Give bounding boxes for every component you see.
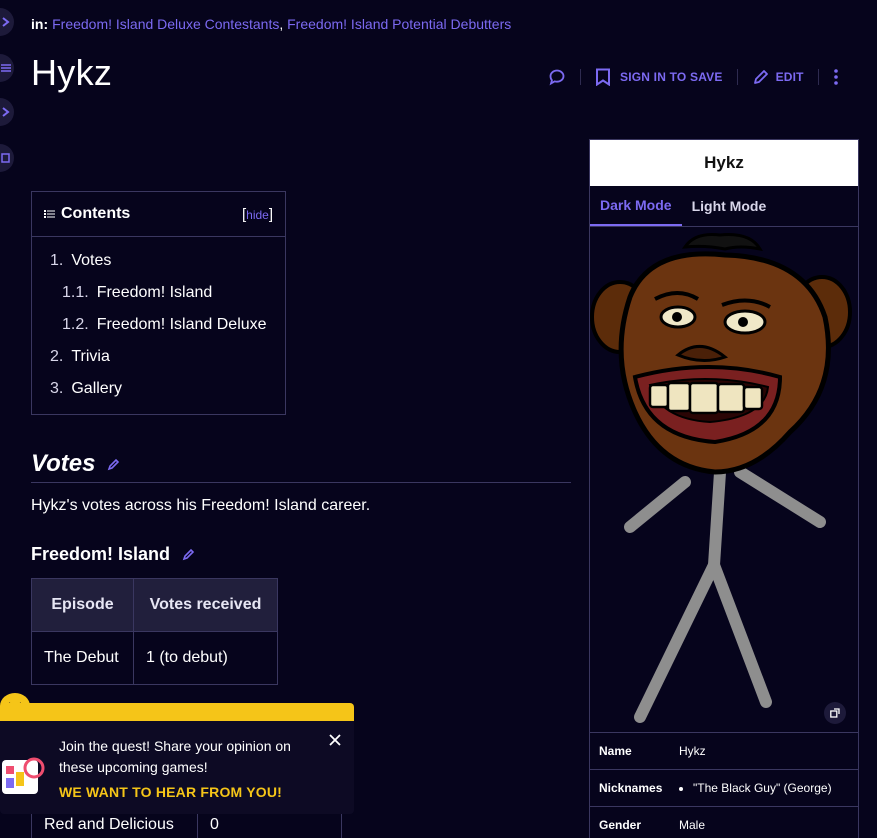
- section-lead: Hykz's votes across his Freedom! Island …: [31, 497, 371, 514]
- tab-dark-mode[interactable]: Dark Mode: [590, 186, 682, 226]
- page-actions: SIGN IN TO SAVE EDIT: [548, 66, 839, 88]
- edit-label: EDIT: [775, 70, 804, 84]
- more-options-button[interactable]: [833, 68, 839, 86]
- category-link[interactable]: Freedom! Island Potential Debutters: [287, 16, 511, 32]
- toc-list: 1. Votes 1.1. Freedom! Island 1.2. Freedom!…: [32, 237, 285, 405]
- rail-toc-button[interactable]: [0, 54, 14, 82]
- category-bar: in: Freedom! Island Deluxe Contestants, F…: [31, 16, 512, 32]
- category-link[interactable]: Freedom! Island Deluxe Contestants: [52, 16, 279, 32]
- page-title: Hykz: [31, 52, 113, 93]
- edit-section-icon[interactable]: [107, 458, 120, 471]
- table-row: The Debut 1 (to debut): [31, 631, 278, 685]
- chevron-right-icon: [2, 107, 10, 117]
- subsection-heading-freedom-island: Freedom! Island: [31, 544, 195, 565]
- toast-cta-link[interactable]: WE WANT TO HEAR FROM YOU!: [59, 784, 282, 800]
- toc-hide-toggle: [hide]: [241, 205, 273, 223]
- votes-table: Episode Votes received The Debut 1 (to d…: [31, 578, 278, 685]
- close-icon[interactable]: [328, 733, 342, 747]
- sign-in-to-save-button[interactable]: SIGN IN TO SAVE: [595, 68, 723, 86]
- quest-icon: [2, 757, 45, 794]
- comment-button[interactable]: [548, 68, 566, 86]
- table-of-contents: Contents [hide] 1. Votes 1.1. Freedom! Isl…: [31, 191, 286, 415]
- nickname-item: "The Black Guy" (George): [693, 781, 832, 795]
- tab-light-mode[interactable]: Light Mode: [682, 186, 777, 226]
- infobox-tabs: Dark Mode Light Mode: [590, 186, 858, 227]
- list-icon: [1, 64, 11, 72]
- save-label: SIGN IN TO SAVE: [620, 70, 723, 84]
- panel-icon: [1, 153, 10, 163]
- toc-item-freedom-island-deluxe[interactable]: 1.2. Freedom! Island Deluxe: [32, 309, 285, 341]
- toc-hide-link[interactable]: hide: [246, 208, 269, 222]
- kebab-icon: [833, 69, 838, 85]
- rail-expand-button[interactable]: [0, 8, 14, 36]
- infobox-title: Hykz: [590, 140, 858, 186]
- table-cell: The Debut: [31, 631, 134, 685]
- infobox-row-nicknames: Nicknames "The Black Guy" (George): [590, 769, 858, 806]
- feedback-toast: Join the quest! Share your opinion on th…: [0, 703, 354, 814]
- toc-item-gallery[interactable]: 3. Gallery: [32, 373, 285, 405]
- section-heading-votes: Votes: [31, 446, 571, 483]
- toc-title: Contents: [44, 205, 130, 223]
- expand-image-button[interactable]: [824, 702, 846, 724]
- divider: [817, 69, 819, 85]
- speech-bubble-icon: [549, 69, 565, 86]
- bookmark-icon: [596, 68, 610, 86]
- rail-panel-button[interactable]: [0, 144, 14, 172]
- category-prefix: in:: [31, 16, 49, 32]
- toc-item-freedom-island[interactable]: 1.1. Freedom! Island: [32, 277, 285, 309]
- expand-icon: [830, 708, 840, 718]
- character-image[interactable]: [590, 227, 858, 732]
- infobox-row-name: Name Hykz: [590, 732, 858, 769]
- pencil-icon: [753, 70, 768, 84]
- infobox-row-gender: Gender Male: [590, 806, 858, 838]
- rail-next-button[interactable]: [0, 98, 14, 126]
- column-header: Votes received: [133, 578, 278, 632]
- list-icon: [44, 210, 55, 218]
- edit-button[interactable]: EDIT: [752, 68, 804, 86]
- character-illustration: [590, 233, 852, 723]
- edit-section-icon[interactable]: [182, 548, 195, 561]
- toast-message: Join the quest! Share your opinion on th…: [59, 738, 291, 775]
- divider: [736, 69, 738, 85]
- toc-item-trivia[interactable]: 2. Trivia: [32, 341, 285, 373]
- divider: [580, 69, 581, 85]
- toc-item-votes[interactable]: 1. Votes: [32, 245, 285, 277]
- infobox: Hykz Dark Mode Light Mode Name Hykz Nick…: [589, 139, 859, 838]
- chevron-icon: [2, 17, 10, 27]
- column-header: Episode: [31, 578, 134, 632]
- table-cell: 1 (to debut): [133, 631, 278, 685]
- toc-header: Contents [hide]: [32, 192, 285, 237]
- table-header-row: Episode Votes received: [31, 578, 278, 632]
